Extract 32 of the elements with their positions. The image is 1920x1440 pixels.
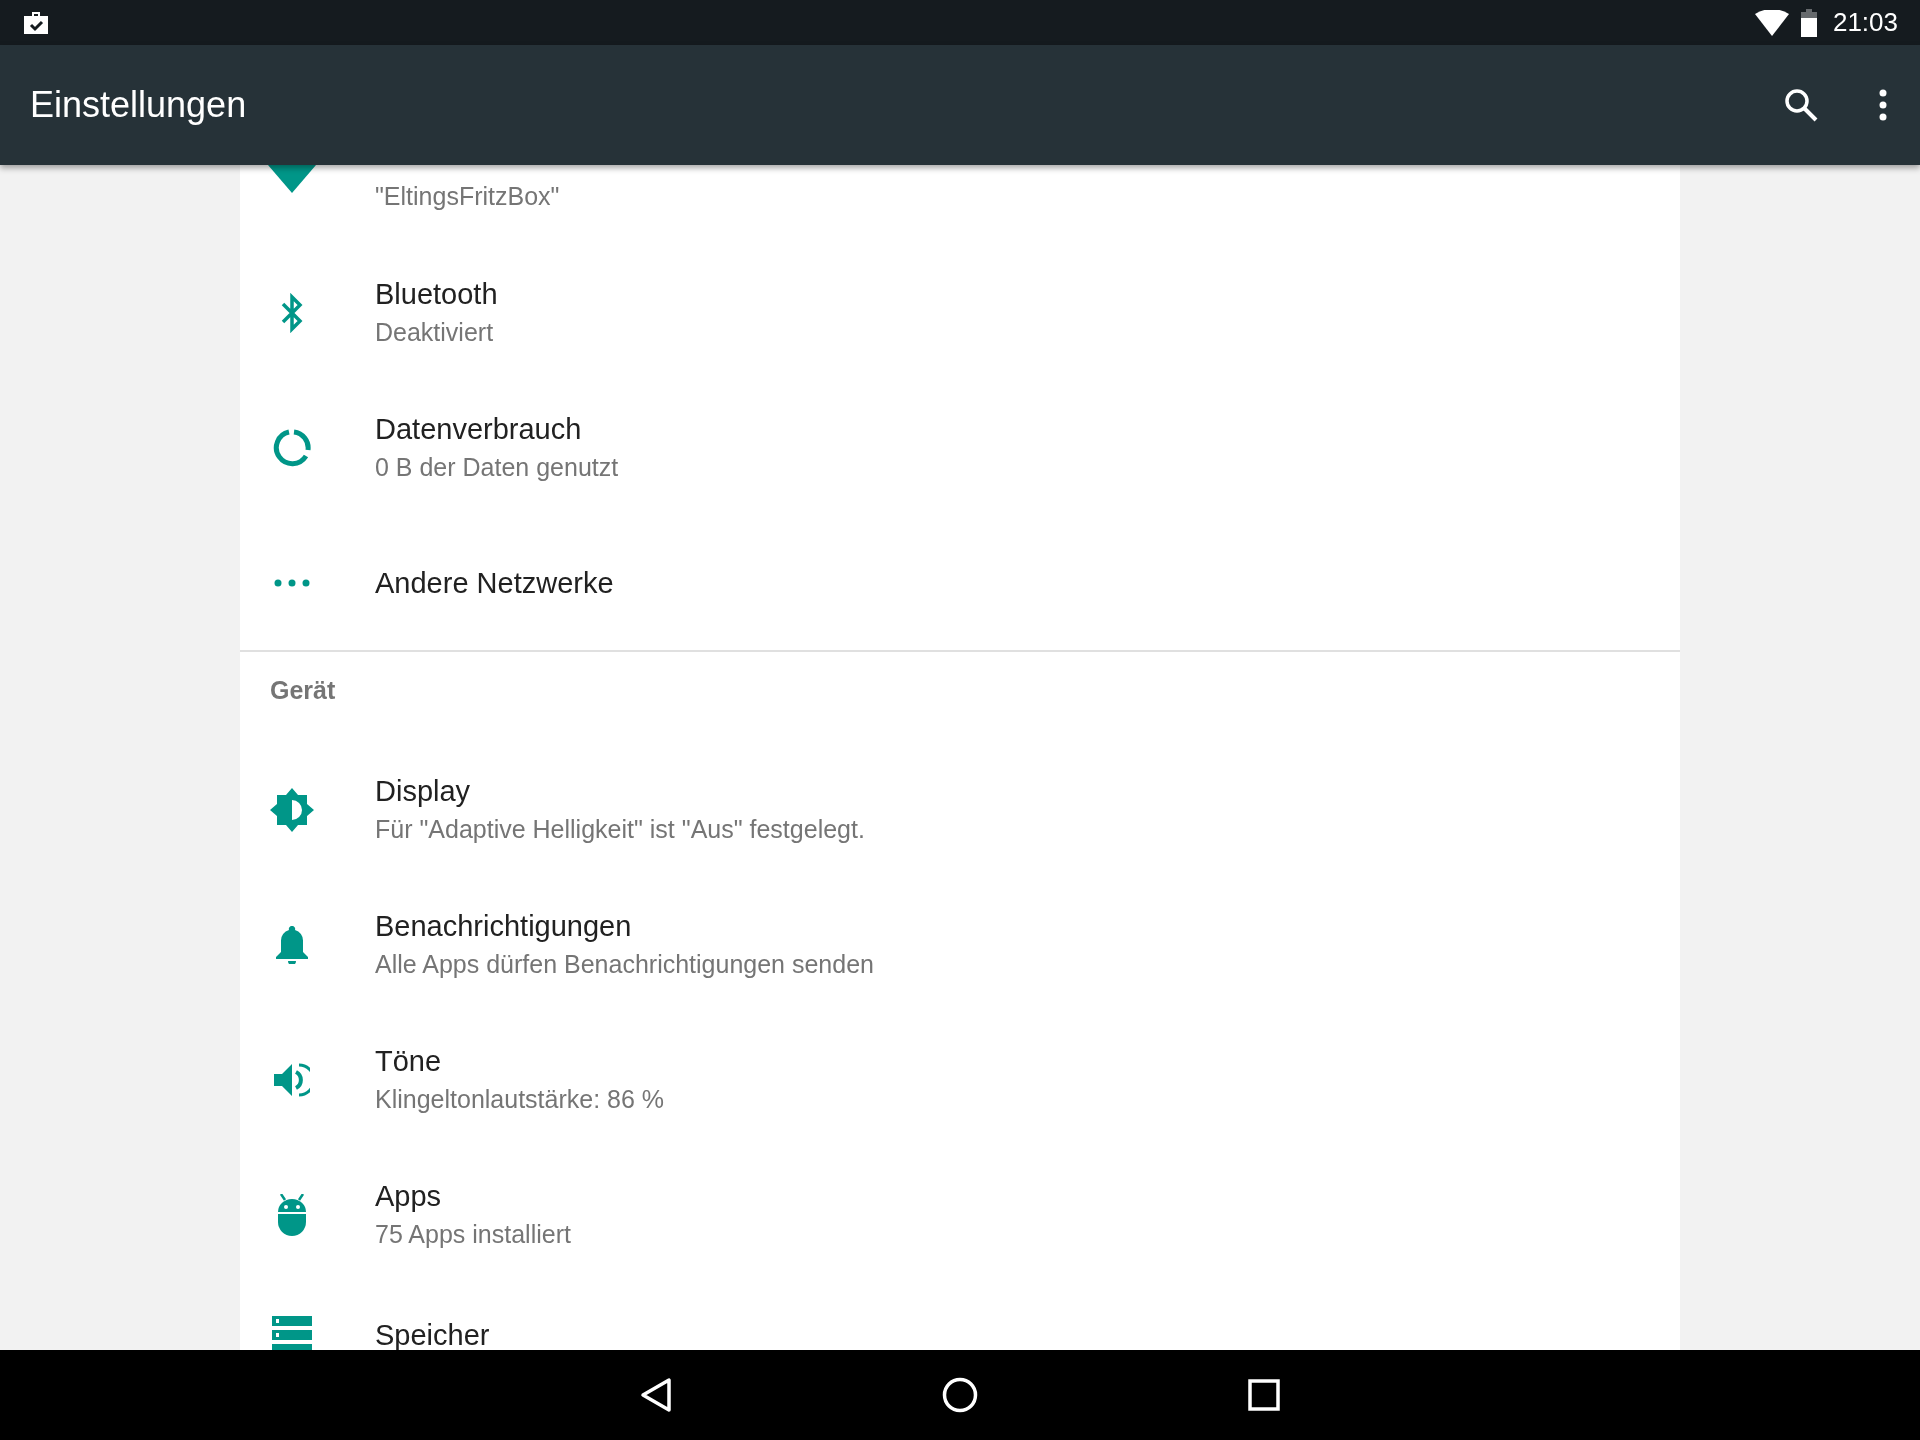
back-icon[interactable] [640, 1377, 672, 1413]
screen-title: Einstellungen [30, 84, 247, 126]
section-header: Gerät [269, 675, 337, 706]
setting-title[interactable]: Bluetooth [375, 274, 498, 313]
setting-title[interactable]: Töne [375, 1041, 665, 1080]
clock-time: 21:03 [1832, 7, 1898, 38]
briefcase-check-icon [22, 9, 50, 36]
battery-icon [1800, 8, 1817, 37]
ring-icon [271, 427, 312, 468]
home-icon[interactable] [942, 1377, 978, 1413]
setting-summary: Klingeltonlautstärke: 86 % [375, 1083, 665, 1115]
setting-title[interactable]: Apps [375, 1176, 571, 1215]
setting-summary: Für "Adaptive Helligkeit" ist "Aus" festgelegt. [375, 813, 865, 845]
setting-summary: 75 Apps installiert [375, 1218, 571, 1250]
brightness-icon [269, 787, 314, 832]
setting-summary: 0 B der Daten genutzt [375, 451, 619, 483]
setting-title[interactable]: Display [375, 771, 865, 810]
bluetooth-icon [279, 292, 304, 333]
setting-summary: "EltingsFritzBox" [375, 181, 560, 212]
more-options-icon[interactable] [1878, 89, 1888, 121]
bell-icon [275, 925, 308, 964]
wifi-signal-icon [1754, 9, 1789, 36]
setting-title[interactable]: Datenverbrauch [375, 409, 619, 448]
search-icon[interactable] [1784, 88, 1818, 122]
android-icon [276, 1193, 307, 1236]
dots-icon [273, 578, 310, 587]
recents-icon[interactable] [1248, 1379, 1280, 1411]
setting-summary: Deaktiviert [375, 316, 495, 348]
setting-summary: Alle Apps dürfen Benachrichtigungen senden [375, 948, 874, 980]
setting-title[interactable]: Andere Netzwerke [375, 563, 614, 602]
setting-title[interactable]: Benachrichtigungen [375, 906, 874, 945]
speaker-icon [273, 1061, 310, 1098]
